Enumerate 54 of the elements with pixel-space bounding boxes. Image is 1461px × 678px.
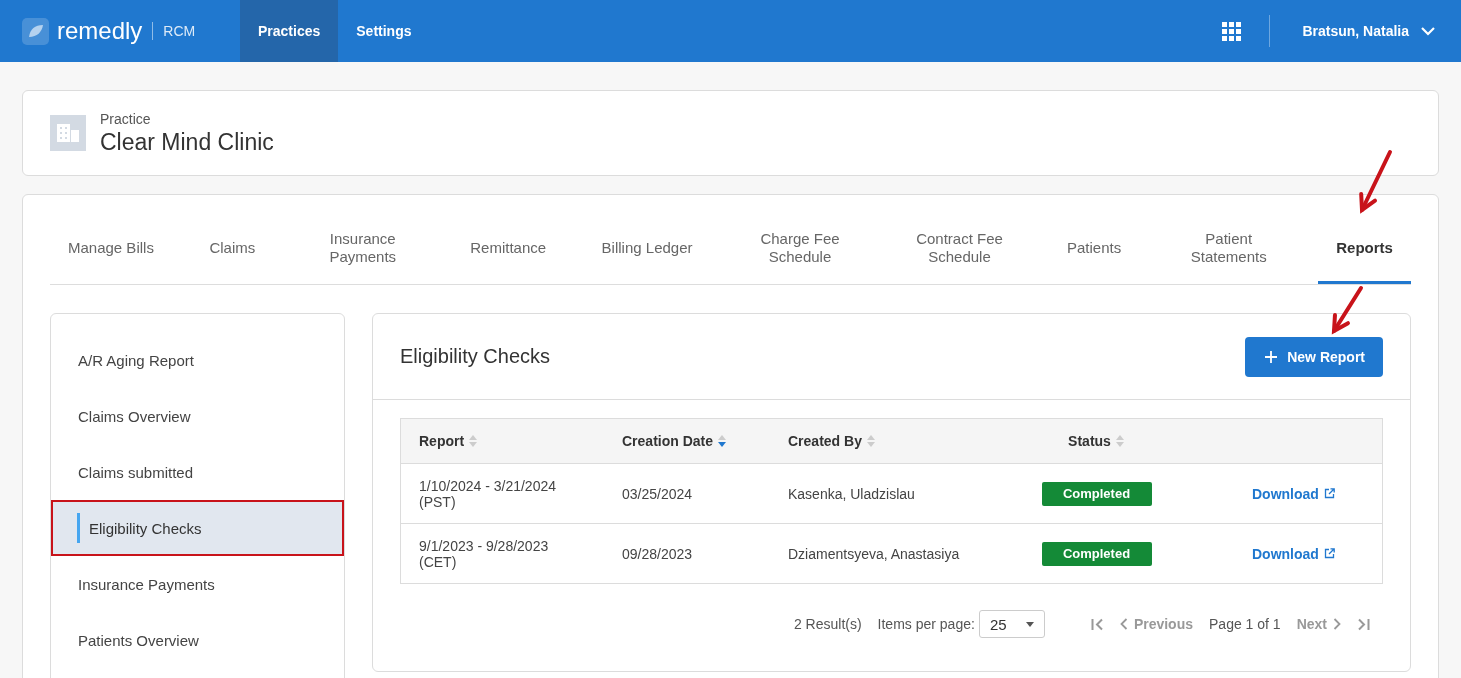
items-per-page-label: Items per page:: [877, 616, 975, 632]
caret-icon: [1025, 621, 1034, 627]
page-indicator: Page 1 of 1: [1209, 616, 1281, 632]
product-name: RCM: [163, 23, 196, 39]
tab[interactable]: Manage Bills: [50, 213, 172, 284]
items-per-page-select[interactable]: 25: [978, 610, 1045, 638]
table-cell-text: 1/10/2024 - 3/21/2024 (PST): [418, 477, 557, 510]
external-link-icon: [1323, 548, 1335, 559]
plus-icon: [1265, 350, 1278, 363]
column-header[interactable]: Created By: [788, 433, 862, 449]
column-header[interactable]: Status: [1068, 433, 1111, 449]
sidebar-item[interactable]: A/R Aging Report: [51, 332, 344, 388]
brand-name: remedly: [57, 17, 143, 45]
sort-icon[interactable]: [717, 434, 728, 448]
download-link[interactable]: Download: [1194, 545, 1382, 562]
results-count: 2 Result(s): [793, 616, 862, 632]
table-cell-text: Dziamentsyeva, Anastasiya: [787, 545, 961, 562]
chevron-right-icon: [1333, 618, 1341, 630]
tab[interactable]: Claims: [191, 213, 274, 284]
sidebar-item[interactable]: Claims Overview: [51, 388, 344, 444]
tab[interactable]: Charge Fee Schedule: [730, 213, 870, 284]
external-link-icon: [1323, 488, 1335, 499]
tab[interactable]: Contract Fee Schedule: [889, 213, 1030, 284]
tab[interactable]: Patients: [1049, 213, 1140, 284]
nav-tab[interactable]: Practices: [240, 0, 339, 62]
new-report-button[interactable]: New Report: [1245, 336, 1383, 377]
practice-label: Practice: [100, 110, 152, 127]
chevron-down-icon: [1421, 26, 1435, 36]
sidebar-item[interactable]: Patients Overview: [51, 612, 344, 668]
tab[interactable]: Patient Statements: [1158, 213, 1299, 284]
tab[interactable]: Reports: [1318, 213, 1411, 284]
column-header[interactable]: Creation Date: [622, 433, 714, 449]
user-menu[interactable]: Bratsun, Natalia: [1302, 23, 1435, 39]
column-header[interactable]: Report: [419, 433, 465, 449]
table-cell-text: 09/28/2023: [621, 545, 694, 562]
tab[interactable]: Insurance Payments: [292, 213, 433, 284]
nav-tab[interactable]: Settings: [338, 0, 430, 62]
sidebar-item[interactable]: Claims submitted: [51, 444, 344, 500]
table-cell-text: 03/25/2024: [621, 485, 694, 502]
leaf-logo-icon: [22, 17, 49, 45]
apps-grid-icon[interactable]: [1222, 21, 1242, 41]
tab[interactable]: Billing Ledger: [583, 213, 711, 284]
panel-title: Eligibility Checks: [400, 345, 551, 368]
status-badge: Completed: [1041, 481, 1152, 506]
table-cell-text: Kasenka, Uladzislau: [787, 485, 916, 502]
sidebar-item[interactable]: Eligibility Checks: [51, 500, 344, 556]
practice-name: Clear Mind Clinic: [100, 128, 274, 156]
chevron-left-icon: [1119, 618, 1128, 630]
building-icon: [50, 115, 86, 151]
table-cell-text: 9/1/2023 - 9/28/2023 (CET): [418, 537, 550, 570]
status-badge: Completed: [1041, 541, 1152, 566]
tab[interactable]: Remittance: [452, 213, 565, 284]
sidebar-item[interactable]: Insurance Payments: [51, 556, 344, 612]
download-link[interactable]: Download: [1194, 485, 1382, 502]
